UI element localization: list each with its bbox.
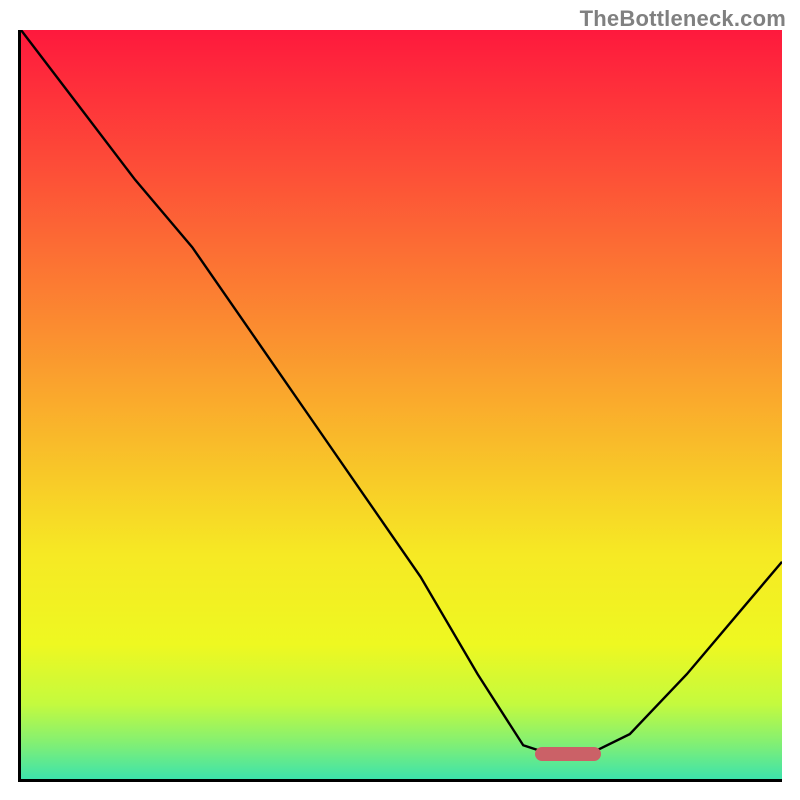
optimal-point-marker <box>535 747 601 761</box>
bottleneck-curve <box>21 30 782 779</box>
chart-area <box>18 30 782 782</box>
curve-path <box>21 30 782 753</box>
watermark-label: TheBottleneck.com <box>580 6 786 32</box>
